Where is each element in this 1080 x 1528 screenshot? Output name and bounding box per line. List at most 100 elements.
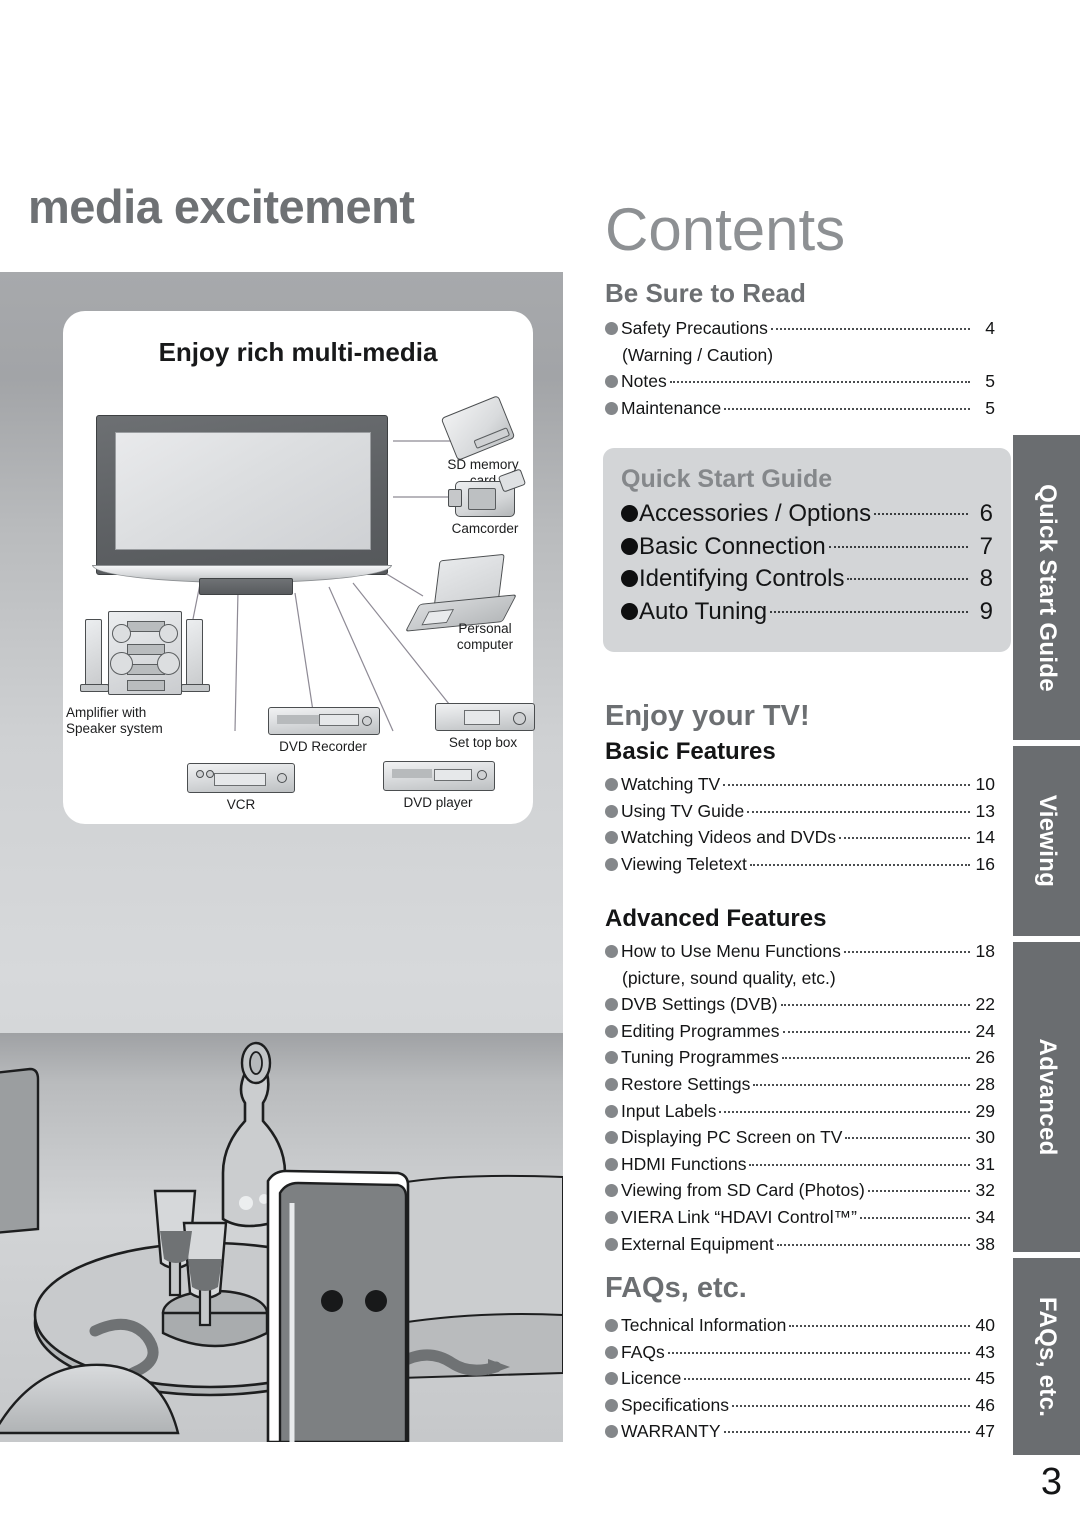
label-amplifier-speaker-system: Amplifier with Speaker system bbox=[66, 705, 163, 736]
toc-page: 47 bbox=[975, 1421, 995, 1442]
toc-item-hdmi-functions[interactable]: HDMI Functions 31 bbox=[605, 1151, 995, 1178]
toc-page: 31 bbox=[975, 1153, 995, 1174]
bullet-icon bbox=[605, 1237, 618, 1251]
side-tab-quick-start-guide[interactable]: Quick Start Guide bbox=[1013, 435, 1080, 740]
toc-item-safety-precautions[interactable]: Safety Precautions 4 bbox=[605, 315, 995, 342]
section-advanced-features: Advanced Features How to Use Menu Functi… bbox=[605, 905, 995, 1257]
amplifier-woofer-right bbox=[157, 652, 180, 675]
side-tab-label: FAQs, etc. bbox=[1033, 1296, 1061, 1417]
toc-item-tuning-programmes[interactable]: Tuning Programmes 26 bbox=[605, 1044, 995, 1071]
bullet-icon bbox=[621, 537, 638, 555]
bullet-icon bbox=[621, 570, 638, 588]
toc-item-faqs[interactable]: FAQs 43 bbox=[605, 1339, 995, 1366]
toc-page: 8 bbox=[979, 565, 993, 593]
toc-item-maintenance[interactable]: Maintenance 5 bbox=[605, 395, 995, 422]
toc-item-auto-tuning[interactable]: Auto Tuning 9 bbox=[621, 596, 993, 629]
toc-label: Identifying Controls bbox=[639, 565, 845, 593]
toc-item-dvb-settings[interactable]: DVB Settings (DVB) 22 bbox=[605, 991, 995, 1018]
dvd-recorder-tray bbox=[319, 714, 359, 726]
dot-leader bbox=[753, 1083, 970, 1086]
camcorder-icon bbox=[448, 468, 527, 517]
dot-leader bbox=[838, 837, 970, 840]
toc-item-specifications[interactable]: Specifications 46 bbox=[605, 1392, 995, 1419]
toc-label: Input Labels bbox=[621, 1100, 717, 1121]
personal-computer-icon bbox=[405, 553, 517, 632]
toc-item-licence[interactable]: Licence 45 bbox=[605, 1365, 995, 1392]
side-tab-viewing[interactable]: Viewing bbox=[1013, 746, 1080, 936]
toc-label: Displaying PC Screen on TV bbox=[621, 1127, 843, 1148]
side-tab-advanced[interactable]: Advanced bbox=[1013, 942, 1080, 1252]
amplifier-knob-a bbox=[112, 624, 131, 643]
bullet-icon bbox=[605, 1398, 618, 1412]
toc-label: Using TV Guide bbox=[621, 800, 745, 821]
dot-leader bbox=[776, 1243, 970, 1246]
toc-page: 26 bbox=[975, 1047, 995, 1068]
dot-leader bbox=[723, 1431, 970, 1434]
tv-bezel bbox=[96, 415, 388, 575]
connection-diagram-card: Enjoy rich multi-media SD memory Camcord… bbox=[63, 311, 535, 824]
bullet-icon bbox=[605, 1372, 618, 1386]
toc-label: Tuning Programmes bbox=[621, 1047, 779, 1068]
toc-item-how-to-use-menu-functions[interactable]: How to Use Menu Functions 18 bbox=[605, 938, 995, 965]
dvd-player-icon bbox=[383, 761, 495, 791]
toc-label: Maintenance bbox=[621, 397, 722, 418]
toc-page: 32 bbox=[975, 1180, 995, 1201]
bullet-icon bbox=[621, 505, 638, 522]
contents-title: Contents bbox=[605, 196, 846, 263]
toc-item-using-tv-guide[interactable]: Using TV Guide 13 bbox=[605, 798, 995, 825]
toc-label: Technical Information bbox=[621, 1315, 787, 1335]
toc-item-basic-connection[interactable]: Basic Connection 7 bbox=[621, 531, 993, 564]
toc-page: 6 bbox=[979, 500, 993, 527]
dot-leader bbox=[667, 1351, 970, 1354]
toc-item-notes[interactable]: Notes 5 bbox=[605, 368, 995, 395]
dvd-player-dial bbox=[477, 770, 487, 780]
toc-item-warranty[interactable]: WARRANTY 47 bbox=[605, 1418, 995, 1445]
toc-item-restore-settings[interactable]: Restore Settings 28 bbox=[605, 1071, 995, 1098]
living-room-illustration bbox=[0, 1033, 563, 1442]
section-subheading-basic-features: Basic Features bbox=[605, 738, 776, 765]
bullet-icon bbox=[605, 1024, 618, 1038]
toc-item-viewing-from-sd-card[interactable]: Viewing from SD Card (Photos) 32 bbox=[605, 1177, 995, 1204]
toc-label: Accessories / Options bbox=[639, 500, 872, 527]
toc-item-editing-programmes[interactable]: Editing Programmes 24 bbox=[605, 1018, 995, 1045]
dvd-recorder-dial bbox=[362, 716, 372, 726]
dvd-recorder-icon bbox=[268, 707, 380, 735]
side-tab-faqs-etc[interactable]: FAQs, etc. bbox=[1013, 1258, 1080, 1455]
amplifier-speaker-system-icon bbox=[80, 611, 210, 699]
dot-leader bbox=[860, 1216, 970, 1219]
speaker-left-foot bbox=[80, 684, 109, 692]
section-heading-be-sure-to-read: Be Sure to Read bbox=[605, 278, 806, 308]
dot-leader bbox=[845, 1137, 970, 1140]
toc-page: 40 bbox=[975, 1315, 995, 1335]
toc-item-identifying-controls[interactable]: Identifying Controls 8 bbox=[621, 563, 993, 596]
toc-subnote-picture-sound-quality: (picture, sound quality, etc.) bbox=[622, 967, 836, 988]
toc-item-technical-information[interactable]: Technical Information 40 bbox=[605, 1312, 995, 1339]
toc-page: 4 bbox=[985, 318, 995, 338]
toc-item-external-equipment[interactable]: External Equipment 38 bbox=[605, 1231, 995, 1258]
vcr-dial bbox=[277, 773, 287, 783]
toc-item-watching-videos-and-dvds[interactable]: Watching Videos and DVDs 14 bbox=[605, 824, 995, 851]
bullet-icon bbox=[605, 831, 618, 845]
toc-page: 9 bbox=[979, 597, 993, 625]
label-camcorder: Camcorder bbox=[451, 521, 519, 536]
side-tab-strip: Quick Start Guide Viewing Advanced FAQs,… bbox=[1013, 0, 1080, 1528]
toc-item-viewing-teletext[interactable]: Viewing Teletext 16 bbox=[605, 851, 995, 878]
dot-leader bbox=[843, 951, 970, 953]
manual-page: media excitement Enjoy rich multi-media bbox=[0, 0, 1080, 1528]
dot-leader bbox=[669, 381, 970, 384]
amplifier-slot-bottom bbox=[127, 680, 165, 691]
toc-item-accessories-options[interactable]: Accessories / Options 6 bbox=[621, 498, 993, 531]
camcorder-lens bbox=[448, 489, 462, 507]
label-set-top-box: Set top box bbox=[448, 735, 518, 750]
toc-item-displaying-pc-screen-on-tv[interactable]: Displaying PC Screen on TV 30 bbox=[605, 1124, 995, 1151]
toc-item-viera-link-hdavi-control[interactable]: VIERA Link “HDAVI Control™” 34 bbox=[605, 1204, 995, 1231]
bullet-icon bbox=[605, 1131, 618, 1145]
toc-page: 18 bbox=[975, 941, 995, 961]
bullet-icon bbox=[605, 804, 618, 818]
toc-item-watching-tv[interactable]: Watching TV 10 bbox=[605, 771, 995, 798]
amplifier-woofer-left bbox=[110, 652, 133, 675]
page-number: 3 bbox=[1040, 1461, 1062, 1503]
toc-item-input-labels[interactable]: Input Labels 29 bbox=[605, 1098, 995, 1125]
bullet-icon bbox=[605, 1425, 618, 1439]
toc-page: 10 bbox=[975, 774, 995, 794]
